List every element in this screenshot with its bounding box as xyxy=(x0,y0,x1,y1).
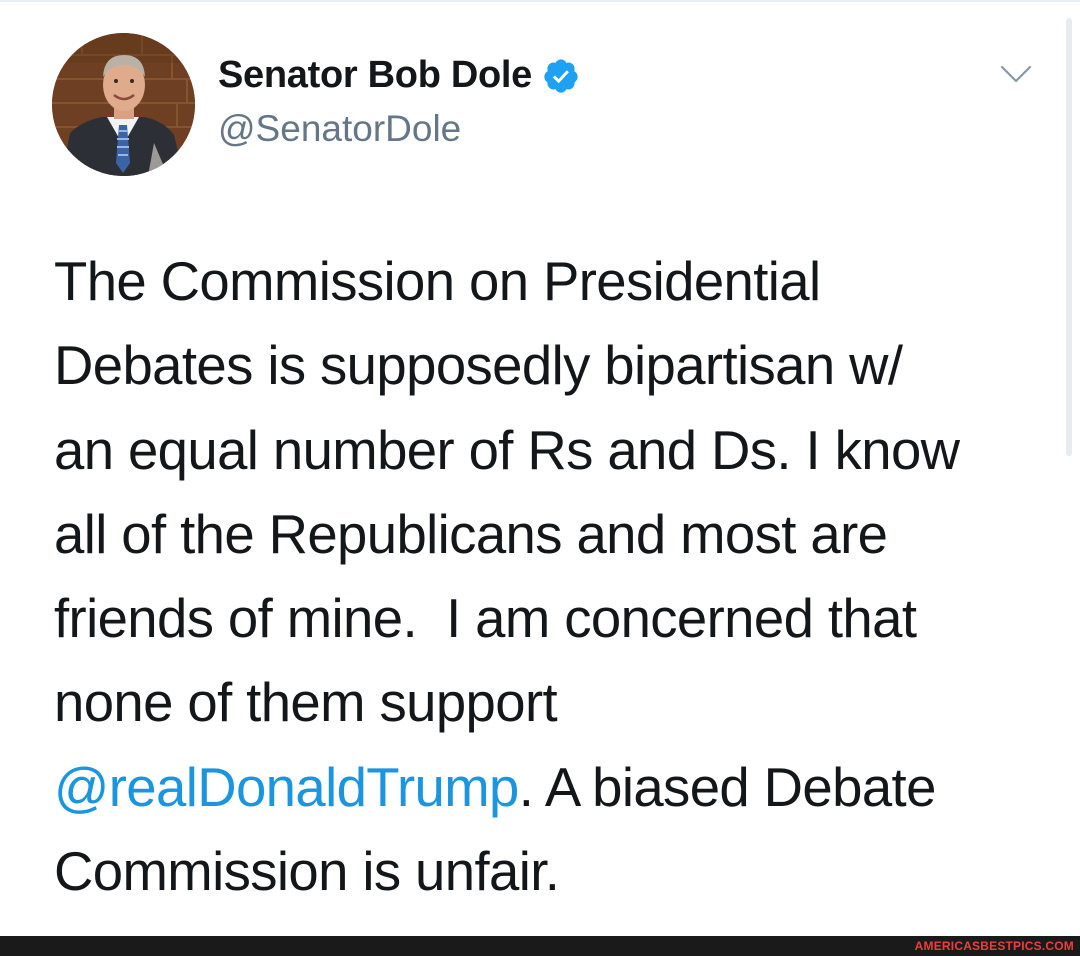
chevron-down-icon[interactable] xyxy=(998,62,1034,86)
avatar-photo xyxy=(52,33,195,176)
tweet-text-line: none of them support xyxy=(54,672,558,734)
author-handle[interactable]: @SenatorDole xyxy=(218,108,461,150)
scrollbar[interactable] xyxy=(1066,18,1072,456)
tweet-text-line: all of the Republicans and most are xyxy=(54,503,888,565)
tweet-text-line: . A biased Debate xyxy=(518,756,937,818)
tweet-text-line: Debates is supposedly bipartisan w/ xyxy=(54,335,903,397)
author-display-name[interactable]: Senator Bob Dole xyxy=(218,54,532,97)
tweet-text-line: friends of mine. I am concerned that xyxy=(54,588,917,650)
tweet-screenshot: Senator Bob Dole @SenatorDole The Commis… xyxy=(0,0,1080,956)
tweet-text-line: Commission is unfair. xyxy=(54,841,560,903)
tweet-text-line: The Commission on Presidential xyxy=(54,251,821,312)
author-name[interactable]: Senator Bob Dole xyxy=(218,54,580,97)
mention-link[interactable]: @realDonaldTrump xyxy=(54,757,519,818)
tweet-body: The Commission on Presidential Debates i… xyxy=(54,240,1044,914)
avatar[interactable] xyxy=(52,33,195,176)
top-divider xyxy=(0,0,1080,2)
tweet-text-line: an equal number of Rs and Ds. I know xyxy=(54,419,960,481)
watermark-bar: AMERICASBESTPICS.COM xyxy=(0,936,1080,956)
verified-badge-icon xyxy=(542,57,580,95)
watermark-text: AMERICASBESTPICS.COM xyxy=(914,939,1074,953)
